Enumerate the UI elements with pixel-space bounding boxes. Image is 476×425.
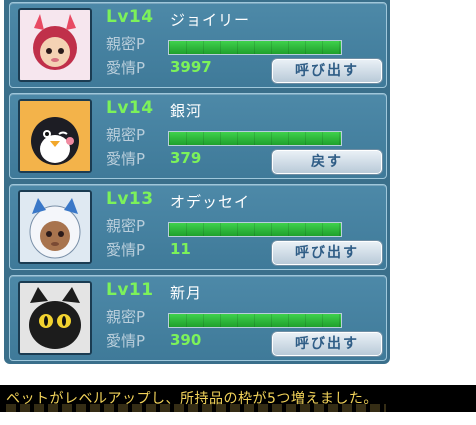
pet-card-3: Lv13 オデッセイ 親密P 愛情P 11 呼び出す	[9, 184, 387, 270]
pet-level: Lv11	[106, 280, 154, 300]
pet-list-panel: Lv14 ジョイリー 親密P 愛情P 3997 呼び出す Lv14 銀河 親密P…	[4, 0, 390, 364]
intimacy-bar	[168, 40, 342, 55]
black-cat-portrait-icon[interactable]	[18, 281, 92, 355]
intimacy-bar	[168, 313, 342, 328]
love-label: 愛情P	[106, 241, 146, 259]
summon-button[interactable]: 呼び出す	[272, 241, 382, 265]
intimacy-label: 親密P	[106, 308, 146, 326]
summon-button[interactable]: 呼び出す	[272, 332, 382, 356]
love-label: 愛情P	[106, 332, 146, 350]
system-message-next-line	[6, 404, 386, 412]
intimacy-bar-fill	[169, 132, 341, 145]
return-button[interactable]: 戻す	[272, 150, 382, 174]
pet-name: オデッセイ	[170, 193, 251, 211]
love-value: 3997	[170, 58, 212, 76]
love-value: 11	[170, 240, 191, 258]
love-label: 愛情P	[106, 59, 146, 77]
intimacy-label: 親密P	[106, 126, 146, 144]
love-value: 390	[170, 331, 202, 349]
intimacy-bar-fill	[169, 314, 341, 327]
love-label: 愛情P	[106, 150, 146, 168]
intimacy-bar-fill	[169, 41, 341, 54]
summon-button[interactable]: 呼び出す	[272, 59, 382, 83]
pet-level: Lv14	[106, 98, 154, 118]
pet-name: 新月	[170, 284, 203, 302]
system-message-bar: ペットがレベルアップし、所持品の枠が5つ増えました。	[0, 385, 476, 412]
intimacy-bar-fill	[169, 223, 341, 236]
pet-level: Lv14	[106, 7, 154, 27]
pet-name: 銀河	[170, 102, 203, 120]
pet-card-1: Lv14 ジョイリー 親密P 愛情P 3997 呼び出す	[9, 2, 387, 88]
pet-level: Lv13	[106, 189, 154, 209]
intimacy-label: 親密P	[106, 35, 146, 53]
hooded-boy-portrait-icon[interactable]	[18, 190, 92, 264]
penguin-portrait-icon[interactable]	[18, 99, 92, 173]
intimacy-label: 親密P	[106, 217, 146, 235]
love-value: 379	[170, 149, 202, 167]
deer-girl-portrait-icon[interactable]	[18, 8, 92, 82]
pet-card-2: Lv14 銀河 親密P 愛情P 379 戻す	[9, 93, 387, 179]
intimacy-bar	[168, 131, 342, 146]
pet-card-4: Lv11 新月 親密P 愛情P 390 呼び出す	[9, 275, 387, 361]
pet-name: ジョイリー	[170, 11, 251, 29]
intimacy-bar	[168, 222, 342, 237]
